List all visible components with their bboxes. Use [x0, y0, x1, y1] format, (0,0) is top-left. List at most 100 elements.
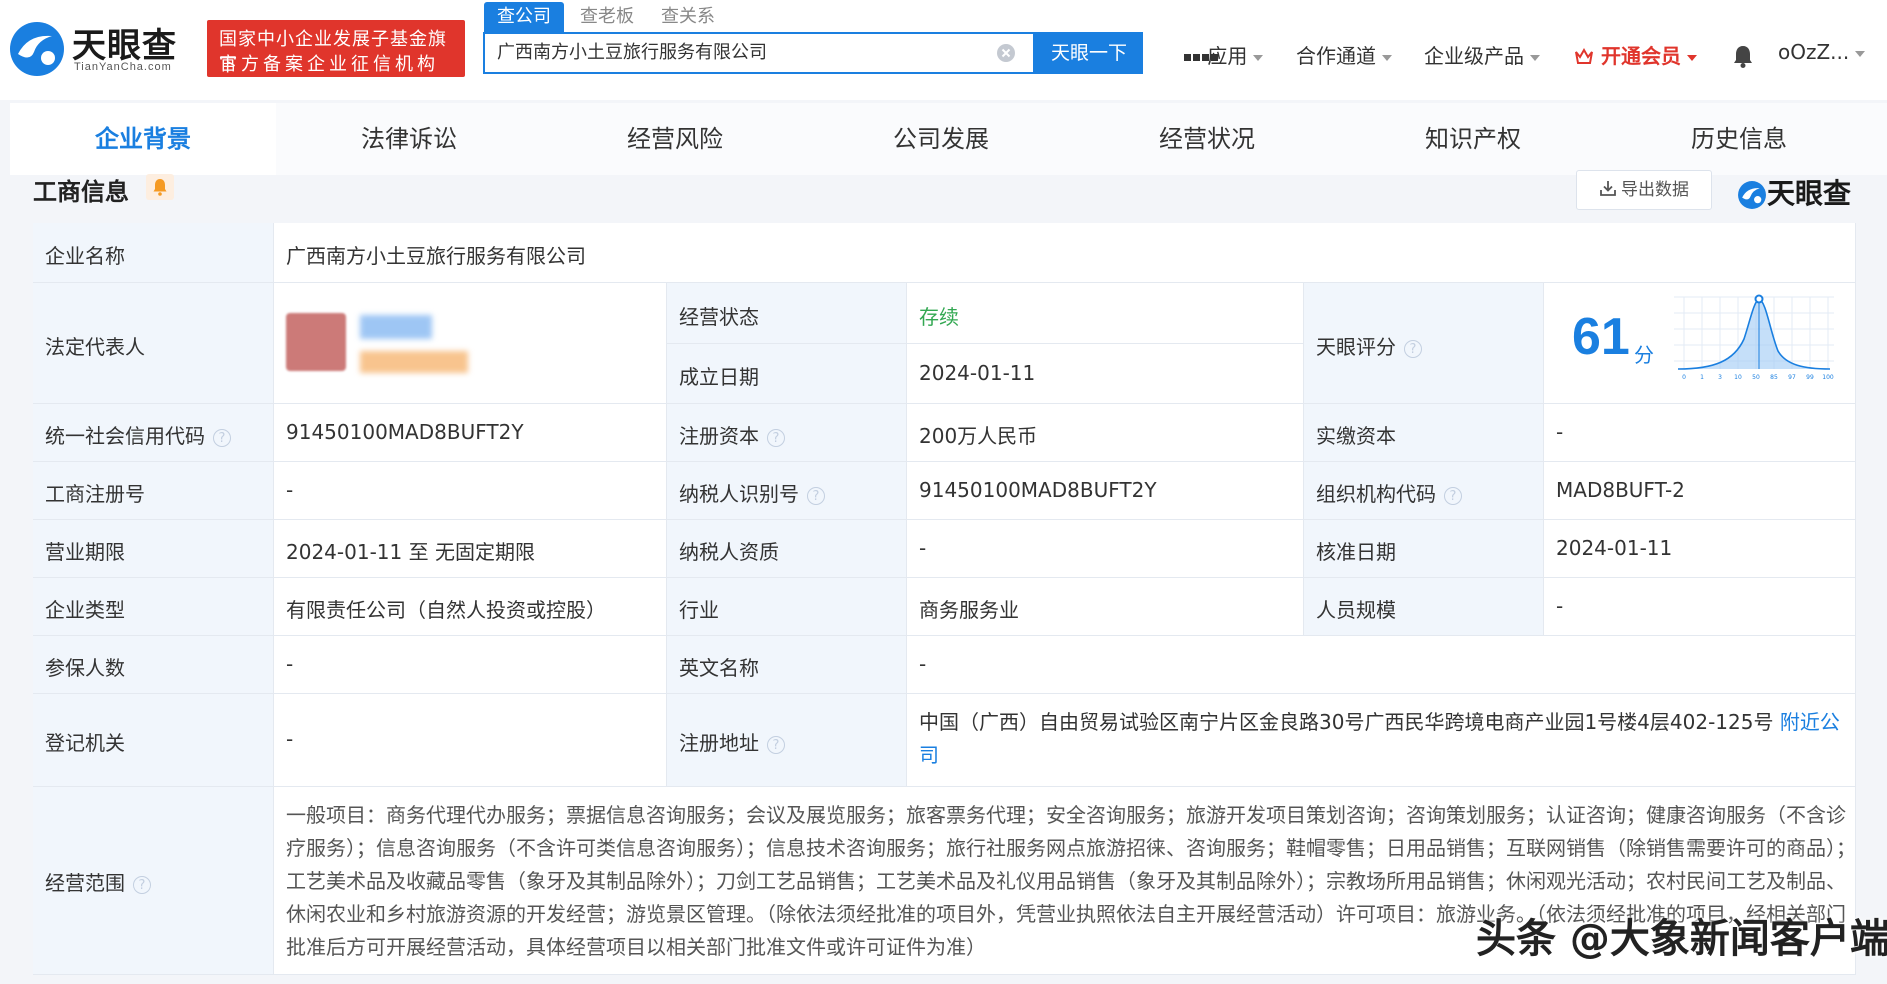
credit-code-label: 统一社会信用代码 [45, 424, 205, 448]
section-title: 工商信息 [33, 178, 129, 206]
nav-apps[interactable]: 应用 [1183, 40, 1264, 69]
help-icon[interactable]: ? [213, 428, 231, 447]
label-cell: 注册地址? [667, 694, 907, 787]
score-tick: 85 [1770, 374, 1778, 381]
label-cell: 核准日期 [1304, 520, 1544, 578]
chevron-down-icon [1686, 54, 1697, 61]
reg-capital-value: 200万人民币 [919, 424, 1038, 448]
export-data-button[interactable]: 导出数据 [1576, 170, 1712, 210]
tab-operations[interactable]: 经营状况 [1074, 103, 1340, 175]
monitor-bell-icon[interactable] [146, 174, 174, 200]
authority-value: - [286, 727, 294, 751]
label-cell: 纳税人资质 [667, 520, 907, 578]
value-cell: - [274, 694, 667, 787]
label-cell: 法定代表人 [33, 283, 274, 404]
nav-vip[interactable]: 开通会员 [1574, 40, 1697, 69]
help-icon[interactable]: ? [1444, 486, 1462, 505]
search-tab-relation[interactable]: 查关系 [661, 2, 715, 32]
score-tick: 97 [1788, 374, 1796, 381]
nav-partner[interactable]: 合作通道 [1296, 40, 1392, 69]
founded-label: 成立日期 [679, 365, 759, 389]
help-icon[interactable]: ? [1404, 339, 1422, 358]
tab-ip[interactable]: 知识产权 [1340, 103, 1606, 175]
founded-value: 2024-01-11 [919, 361, 1036, 385]
value-cell: 91450100MAD8BUFT2Y [274, 404, 667, 462]
score-unit: 分 [1634, 343, 1654, 367]
nav-vip-label: 开通会员 [1600, 44, 1681, 68]
help-icon[interactable]: ? [807, 486, 825, 505]
english-name-label: 英文名称 [679, 656, 759, 680]
bell-icon[interactable] [1732, 44, 1754, 68]
source-watermark: 头条 @大象新闻客户端 [1476, 916, 1887, 962]
english-name-value: - [919, 652, 927, 676]
help-icon[interactable]: ? [133, 875, 151, 894]
credit-code-value: 91450100MAD8BUFT2Y [286, 420, 524, 444]
tab-litigation[interactable]: 法律诉讼 [276, 103, 542, 175]
industry-label: 行业 [679, 598, 719, 622]
score-cell[interactable]: 61 分 0 1 3 10 50 85 97 99 100 [1544, 283, 1856, 404]
value-cell: 存续 [907, 283, 1304, 344]
help-icon[interactable]: ? [767, 428, 785, 447]
legal-rep-cell[interactable] [274, 283, 667, 404]
export-label: 导出数据 [1621, 180, 1689, 200]
chevron-down-icon [1530, 54, 1540, 61]
search-tab-company[interactable]: 查公司 [484, 2, 564, 32]
score-label: 天眼评分 [1316, 335, 1396, 359]
tab-risk[interactable]: 经营风险 [542, 103, 808, 175]
label-cell: 成立日期 [667, 344, 907, 404]
tab-development[interactable]: 公司发展 [808, 103, 1074, 175]
value-cell: MAD8BUFT-2 [1544, 462, 1856, 520]
search-box [483, 32, 1035, 74]
scope-label-wrap: 经营范围? [45, 867, 151, 896]
clear-icon[interactable] [996, 43, 1016, 63]
scope-label: 经营范围 [45, 871, 125, 895]
legal-rep-tag-blurred [360, 351, 468, 373]
search-button[interactable]: 天眼一下 [1035, 32, 1143, 74]
value-cell: - [274, 636, 667, 694]
search-input[interactable] [497, 34, 967, 72]
search-tab-boss[interactable]: 查老板 [580, 2, 634, 32]
taxpayer-qual-label: 纳税人资质 [679, 540, 779, 564]
nav-enterprise[interactable]: 企业级产品 [1424, 40, 1540, 69]
label-cell: 登记机关 [33, 694, 274, 787]
label-cell: 注册资本? [667, 404, 907, 462]
value-cell: - [1544, 578, 1856, 636]
term-label: 营业期限 [45, 540, 125, 564]
status-label: 经营状态 [679, 305, 759, 329]
reg-capital-label-wrap: 注册资本? [679, 420, 785, 449]
staff-label: 人员规模 [1316, 598, 1396, 622]
label-cell: 实缴资本 [1304, 404, 1544, 462]
logo-subtitle: TianYanCha.com [74, 61, 172, 73]
value-cell: 91450100MAD8BUFT2Y [907, 462, 1304, 520]
label-cell: 统一社会信用代码? [33, 404, 274, 462]
paid-capital-label: 实缴资本 [1316, 424, 1396, 448]
help-icon[interactable]: ? [767, 735, 785, 754]
type-label: 企业类型 [45, 598, 125, 622]
tianyancha-logo-icon[interactable] [8, 20, 66, 78]
score-tick: 0 [1682, 374, 1686, 381]
taxpayer-id-label: 纳税人识别号 [679, 482, 799, 506]
download-icon [1600, 181, 1616, 196]
tab-background[interactable]: 企业背景 [10, 103, 276, 175]
logo-text[interactable]: 天眼查 [72, 18, 177, 67]
tab-history[interactable]: 历史信息 [1606, 103, 1872, 175]
paid-capital-value: - [1556, 420, 1564, 444]
legal-rep-name-blurred[interactable] [360, 315, 432, 339]
avatar[interactable] [286, 313, 346, 371]
label-cell: 经营范围? [33, 787, 274, 975]
label-cell: 营业期限 [33, 520, 274, 578]
value-cell: 广西南方小土豆旅行服务有限公司 [274, 223, 1856, 283]
nav-user[interactable]: oOzZ... [1778, 40, 1866, 64]
label-cell: 天眼评分? [1304, 283, 1544, 404]
value-cell: 200万人民币 [907, 404, 1304, 462]
company-name-label: 企业名称 [45, 244, 125, 268]
gov-badge-line2: 官方备案企业征信机构 [219, 54, 439, 75]
company-tabs: 企业背景 法律诉讼 经营风险 公司发展 经营状况 知识产权 历史信息 [10, 103, 1887, 175]
legal-rep-label: 法定代表人 [45, 335, 145, 359]
score-distribution-chart: 0 1 3 10 50 85 97 99 100 [1674, 294, 1834, 381]
tianyancha-logo-icon [1738, 181, 1766, 209]
brand-watermark: 天眼查 [1737, 172, 1851, 212]
org-code-value: MAD8BUFT-2 [1556, 478, 1685, 502]
chevron-down-icon [1253, 54, 1264, 61]
chevron-down-icon [1855, 50, 1866, 57]
